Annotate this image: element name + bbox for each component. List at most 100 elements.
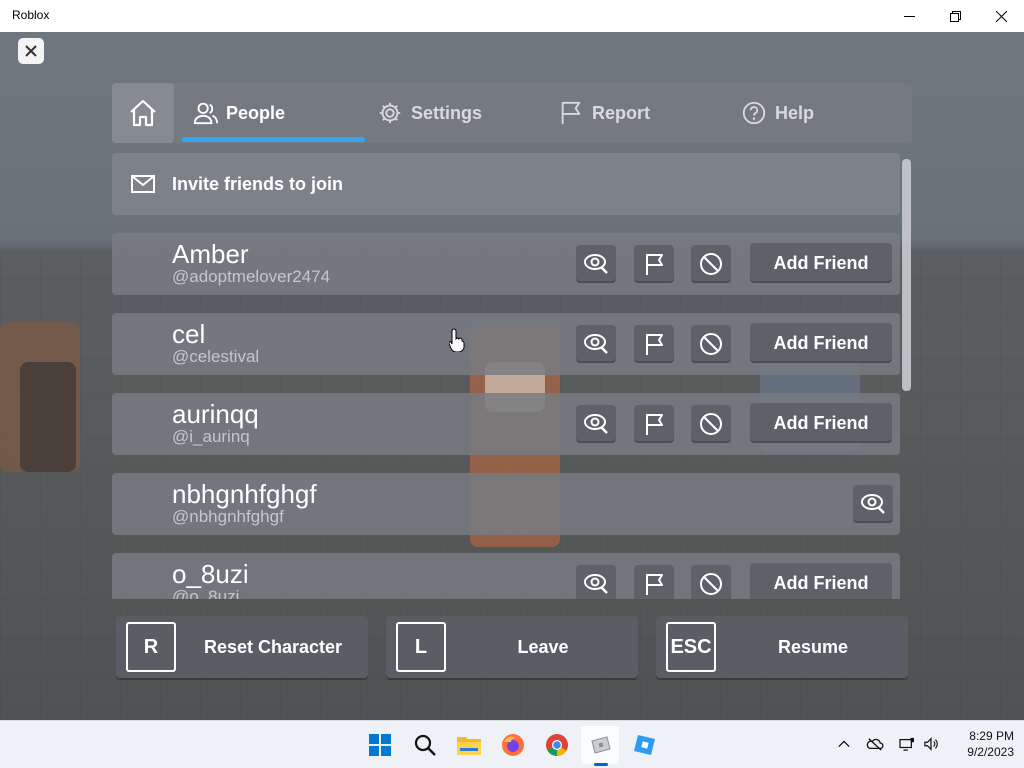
show-hidden-icons-button[interactable] [835, 735, 853, 753]
tab-settings-label: Settings [411, 102, 483, 123]
avatar-left-torso [20, 362, 76, 472]
inspect-button[interactable] [576, 245, 616, 283]
close-icon [995, 10, 1007, 22]
list-item: aurinqq @i_aurinq Add Friend [112, 393, 900, 455]
inspect-button[interactable] [853, 485, 893, 523]
file-explorer-button[interactable] [455, 731, 483, 759]
reset-character-label: Reset Character [203, 636, 343, 657]
inspect-icon [584, 414, 608, 434]
list-item: nbhgnhfghgf @nbhgnhfghgf [112, 473, 900, 535]
people-list: Amber @adoptmelover2474 Add Friend cel @… [112, 233, 900, 599]
chrome-button[interactable] [543, 731, 571, 759]
player-name: o_8uzi [172, 559, 249, 589]
firefox-icon [502, 734, 524, 756]
chevron-up-icon [838, 740, 850, 748]
add-friend-button[interactable]: Add Friend [750, 243, 892, 283]
add-friend-button[interactable]: Add Friend [750, 403, 892, 443]
block-player-button[interactable] [691, 405, 731, 443]
tab-report[interactable]: Report [558, 83, 650, 143]
tab-help[interactable]: Help [741, 83, 814, 143]
tab-report-label: Report [592, 102, 650, 123]
player-handle: @i_aurinq [172, 427, 250, 446]
flag-icon [646, 254, 663, 275]
inspect-button[interactable] [576, 405, 616, 443]
invite-friends-button[interactable]: Invite friends to join [112, 153, 900, 215]
folder-icon [457, 737, 481, 755]
active-app-indicator [594, 763, 608, 766]
player-handle: @adoptmelover2474 [172, 267, 331, 286]
inspect-icon [861, 494, 885, 514]
block-player-button[interactable] [691, 565, 731, 599]
people-icon [193, 102, 218, 125]
help-icon [742, 101, 766, 125]
reset-character-button[interactable]: R Reset Character [116, 616, 368, 678]
windows-icon [369, 734, 391, 756]
player-name: aurinqq [172, 399, 259, 429]
flag-icon [646, 574, 663, 595]
mail-icon [131, 175, 155, 193]
close-window-button[interactable] [978, 0, 1024, 32]
minimize-icon [903, 15, 915, 17]
firefox-button[interactable] [499, 731, 527, 759]
volume-tray-button[interactable] [922, 735, 940, 753]
tab-settings[interactable]: Settings [377, 83, 482, 143]
gear-icon [379, 102, 401, 124]
speaker-icon [924, 737, 938, 751]
onedrive-tray-button[interactable] [866, 735, 884, 753]
inspect-button[interactable] [576, 325, 616, 363]
add-friend-button[interactable]: Add Friend [750, 323, 892, 363]
inspect-icon [584, 254, 608, 274]
block-icon [700, 573, 722, 595]
taskbar: 8:29 PM 9/2/2023 [0, 720, 1024, 768]
window-titlebar: Roblox [0, 0, 1024, 32]
leave-button[interactable]: L Leave [386, 616, 638, 678]
invite-label: Invite friends to join [172, 173, 344, 194]
search-button[interactable] [411, 731, 439, 759]
start-button[interactable] [366, 731, 394, 759]
player-name: nbhgnhfghgf [172, 479, 317, 509]
report-player-button[interactable] [634, 565, 674, 599]
block-icon [700, 253, 722, 275]
game-viewport[interactable]: People Settings Report Help Invite frien… [0, 32, 1024, 720]
player-handle: @o_8uzi [172, 587, 240, 599]
resume-button[interactable]: ESC Resume [656, 616, 908, 678]
tab-people-label: People [226, 102, 286, 123]
block-player-button[interactable] [691, 245, 731, 283]
restore-icon [949, 10, 961, 22]
home-button[interactable] [112, 83, 174, 143]
minimize-button[interactable] [886, 0, 932, 32]
window-title: Roblox [12, 8, 50, 22]
resume-label: Resume [777, 636, 849, 657]
menu-tabbar: People Settings Report Help [112, 83, 912, 143]
hand-cursor-icon [449, 328, 465, 352]
tab-people[interactable]: People [192, 83, 285, 143]
player-handle: @nbhgnhfghgf [172, 507, 284, 526]
keybind-badge: ESC [666, 622, 716, 672]
list-item: Amber @adoptmelover2474 Add Friend [112, 233, 900, 295]
roblox-player-button[interactable] [587, 731, 615, 759]
close-menu-button[interactable] [18, 38, 44, 64]
restore-button[interactable] [932, 0, 978, 32]
add-friend-button[interactable]: Add Friend [750, 563, 892, 599]
roblox-player-icon [591, 736, 611, 754]
player-name: Amber [172, 239, 249, 269]
clock[interactable]: 8:29 PM 9/2/2023 [944, 728, 1014, 760]
report-player-button[interactable] [634, 405, 674, 443]
network-icon [899, 737, 914, 751]
list-scrollbar[interactable] [902, 159, 911, 391]
flag-icon [561, 101, 581, 125]
roblox-studio-button[interactable] [631, 731, 659, 759]
inspect-icon [584, 334, 608, 354]
network-tray-button[interactable] [898, 735, 916, 753]
home-icon [130, 99, 156, 127]
block-player-button[interactable] [691, 325, 731, 363]
tab-help-label: Help [775, 102, 815, 123]
player-handle: @celestival [172, 347, 260, 366]
leave-label: Leave [517, 636, 569, 657]
block-icon [700, 413, 722, 435]
flag-icon [646, 414, 663, 435]
report-player-button[interactable] [634, 325, 674, 363]
close-icon [25, 45, 37, 57]
report-player-button[interactable] [634, 245, 674, 283]
inspect-button[interactable] [576, 565, 616, 599]
